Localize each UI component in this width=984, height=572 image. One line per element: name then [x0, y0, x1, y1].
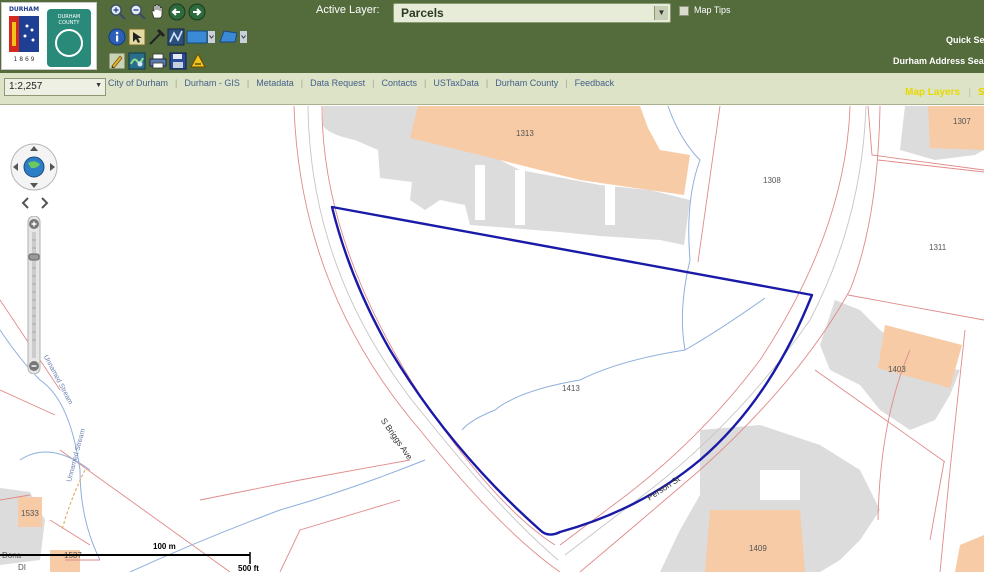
city-flag-icon	[9, 16, 39, 52]
durham-county-logo[interactable]: DURHAM COUNTY	[47, 9, 91, 67]
draw-line-icon[interactable]	[166, 27, 185, 46]
city-of-durham-logo[interactable]: DURHAM 1 8 6 9	[5, 6, 43, 68]
gis-map-app: DURHAM 1 8 6 9 DURHAM COUNTY Active Laye…	[0, 0, 984, 572]
parcel-label-1313: 1313	[516, 129, 534, 138]
map-tips-label: Map Tips	[694, 5, 731, 15]
nav-link-feedback[interactable]: Feedback	[575, 78, 615, 88]
parcel-label-1403: 1403	[888, 365, 906, 374]
chevron-down-icon[interactable]: ▼	[654, 6, 668, 20]
map-layers-tab[interactable]: Map Layers	[905, 87, 960, 98]
next-tab[interactable]: S	[978, 87, 984, 98]
nav-separator: |	[300, 78, 304, 88]
zoom-out-icon[interactable]	[128, 2, 147, 21]
header-bar: DURHAM 1 8 6 9 DURHAM COUNTY Active Laye…	[0, 0, 984, 73]
rotate-control[interactable]	[20, 195, 50, 211]
parcel-label-1308: 1308	[763, 176, 781, 185]
overview-map-icon[interactable]	[127, 51, 146, 70]
pencil-icon[interactable]	[107, 51, 126, 70]
save-icon[interactable]	[168, 51, 187, 70]
draw-rectangle-icon[interactable]	[186, 27, 216, 46]
parcel-label-1311: 1311	[929, 243, 947, 252]
nav-separator: |	[246, 78, 250, 88]
map-canvas[interactable]: 1313 1307 1308 1311 1403 1413 1409 1533 …	[0, 106, 984, 572]
zoom-slider-thumb	[28, 253, 40, 261]
active-layer-value: Parcels	[401, 6, 444, 20]
nav-link-metadata[interactable]: Metadata	[256, 78, 294, 88]
zoom-slider[interactable]	[25, 215, 43, 375]
tab-separator: |	[968, 87, 972, 98]
zoom-in-icon[interactable]	[108, 2, 127, 21]
parcel-label-1413: 1413	[562, 384, 580, 393]
parcel-label-1533: 1533	[21, 509, 39, 518]
next-extent-icon[interactable]	[187, 2, 206, 21]
nav-link-ustaxdata[interactable]: USTaxData	[433, 78, 479, 88]
pan-control[interactable]	[9, 142, 59, 192]
clear-icon[interactable]	[188, 51, 207, 70]
chevron-down-icon[interactable]: ▼	[95, 82, 102, 89]
scale-bar-imperial: 500 ft	[238, 564, 259, 572]
print-icon[interactable]	[148, 51, 167, 70]
city-logo-year: 1 8 6 9	[13, 56, 35, 63]
nav-separator: |	[485, 78, 489, 88]
quick-search-label[interactable]: Quick Se	[946, 35, 984, 45]
identify-icon[interactable]	[107, 27, 126, 46]
scale-select[interactable]: 1:2,257 ▼	[4, 78, 106, 96]
nav-separator: |	[175, 78, 178, 88]
map-scale-bar: 100 m 500 ft	[0, 540, 260, 572]
nav-bar: 1:2,257 ▼ City of Durham | Durham - GIS …	[0, 73, 984, 105]
nav-separator: |	[565, 78, 568, 88]
scale-bar-lines	[0, 552, 251, 564]
measure-icon[interactable]	[147, 27, 166, 46]
nav-separator: |	[372, 78, 375, 88]
nav-link-contacts[interactable]: Contacts	[382, 78, 418, 88]
city-logo-text: DURHAM	[8, 6, 40, 13]
nav-links: City of Durham | Durham - GIS | Metadata…	[108, 78, 614, 88]
county-logo-text: DURHAM COUNTY	[57, 14, 81, 26]
draw-polygon-icon[interactable]	[218, 27, 248, 46]
nav-link-durham-gis[interactable]: Durham - GIS	[184, 78, 240, 88]
nav-link-city-of-durham[interactable]: City of Durham	[108, 78, 168, 88]
address-search-label[interactable]: Durham Address Sea	[893, 56, 984, 66]
nav-separator: |	[424, 78, 427, 88]
previous-extent-icon[interactable]	[167, 2, 186, 21]
scale-value: 1:2,257	[9, 81, 43, 92]
nav-link-durham-county[interactable]: Durham County	[495, 78, 558, 88]
county-seal-icon	[55, 29, 83, 57]
logo-panel: DURHAM 1 8 6 9 DURHAM COUNTY	[1, 2, 97, 70]
parcel-label-1409: 1409	[749, 544, 767, 553]
select-icon[interactable]	[127, 27, 146, 46]
active-layer-label: Active Layer:	[316, 4, 380, 16]
map-base-layer	[0, 106, 984, 572]
active-layer-select[interactable]: Parcels ▼	[393, 3, 671, 23]
nav-link-data-request[interactable]: Data Request	[310, 78, 365, 88]
map-tips-checkbox[interactable]	[679, 6, 689, 16]
pan-hand-icon[interactable]	[148, 2, 167, 21]
parcel-label-1307: 1307	[953, 117, 971, 126]
